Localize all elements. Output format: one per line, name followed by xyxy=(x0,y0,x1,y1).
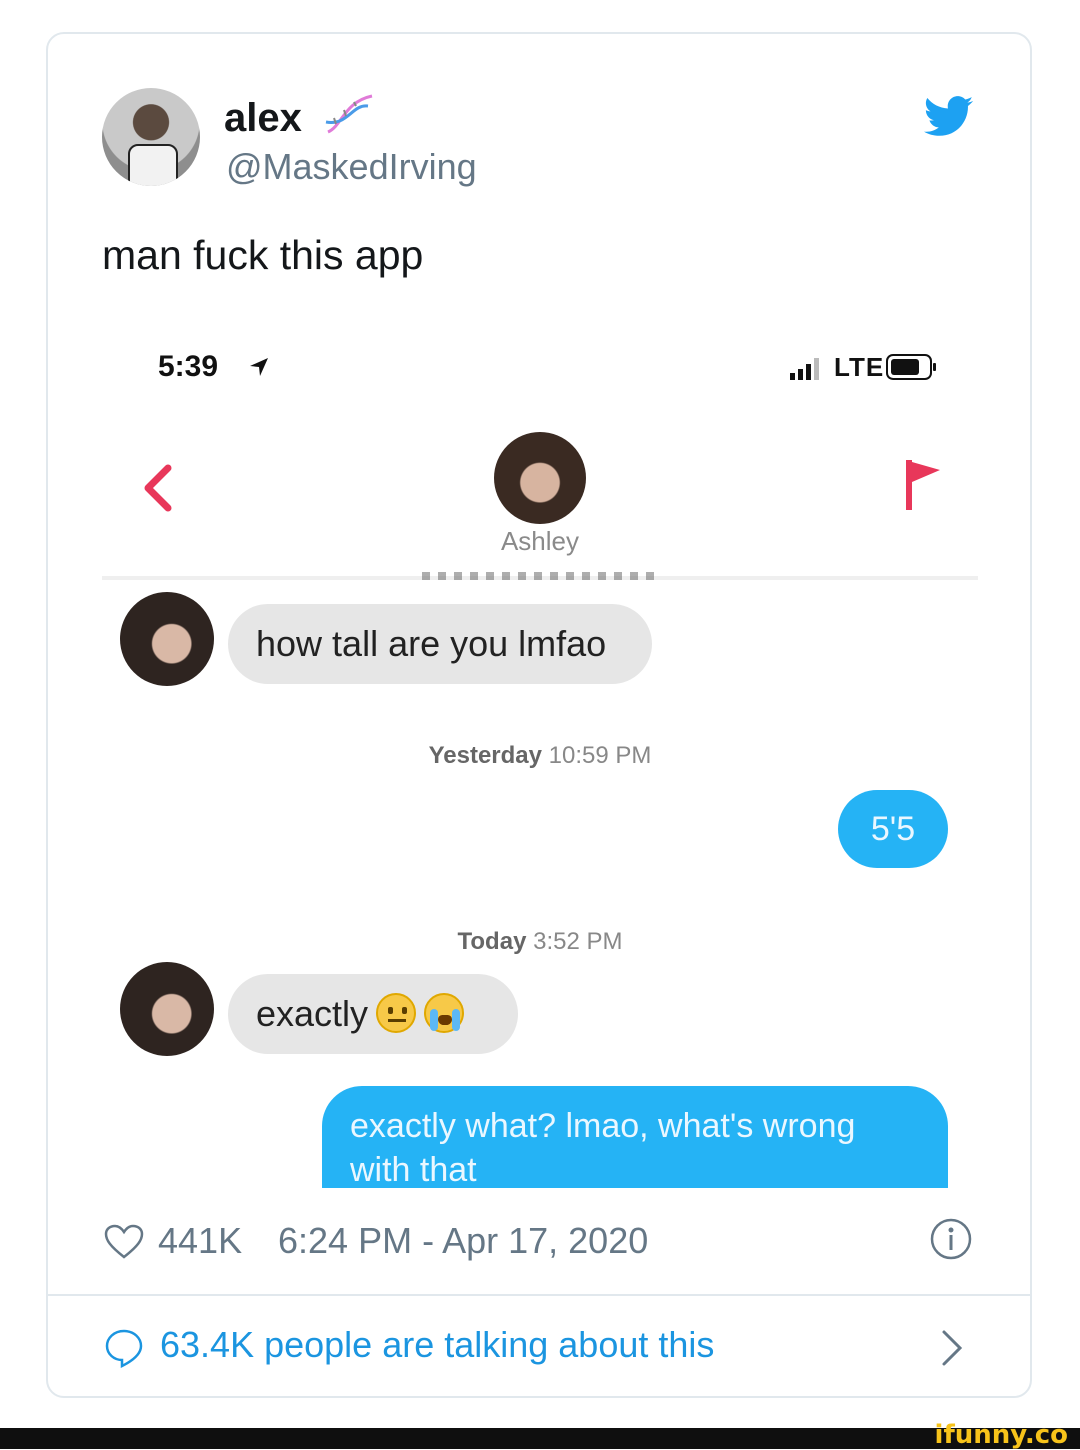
message-outgoing: 5'5 xyxy=(838,790,948,868)
timestamp: Yesterday 10:59 PM xyxy=(428,742,652,769)
chevron-right-icon[interactable] xyxy=(940,1328,966,1368)
neutral-face-emoji-icon xyxy=(376,993,417,1034)
contact-name[interactable]: Ashley xyxy=(102,526,978,557)
battery-icon xyxy=(886,354,936,380)
like-count[interactable]: 441K xyxy=(158,1220,242,1262)
user-handle[interactable]: @MaskedIrving xyxy=(226,146,477,188)
avatar xyxy=(120,592,214,686)
message-incoming: how tall are you lmfao xyxy=(228,604,652,684)
status-time: 5:39 xyxy=(158,350,219,383)
location-arrow-icon xyxy=(250,358,268,376)
hidden-timestamp xyxy=(422,572,662,580)
signal-icon xyxy=(790,358,819,380)
tweet-datetime[interactable]: 6:24 PM - Apr 17, 2020 xyxy=(278,1220,648,1262)
profile-avatar[interactable] xyxy=(102,88,200,186)
divider xyxy=(48,1294,1030,1296)
avatar xyxy=(120,962,214,1056)
crying-face-emoji-icon xyxy=(424,993,465,1034)
report-flag-icon[interactable] xyxy=(902,456,946,512)
contact-avatar[interactable] xyxy=(494,432,586,524)
dna-icon xyxy=(325,94,373,134)
embedded-chat-screenshot: 5:39 LTE Ashley how tall are you lmfao Y… xyxy=(102,336,978,1188)
watermark: ifunny.co xyxy=(934,1420,1068,1450)
network-label: LTE xyxy=(834,352,885,382)
conversation-link[interactable]: 63.4K people are talking about this xyxy=(160,1324,714,1366)
display-name[interactable]: alex xyxy=(224,96,302,141)
back-chevron-icon[interactable] xyxy=(138,462,178,514)
heart-icon[interactable] xyxy=(104,1224,144,1260)
message-outgoing: exactly what? lmao, what's wrong with th… xyxy=(322,1086,948,1188)
message-incoming: exactly xyxy=(228,974,518,1054)
watermark-bar xyxy=(0,1428,1080,1449)
info-icon[interactable] xyxy=(930,1218,972,1260)
timestamp: Today 3:52 PM xyxy=(457,928,623,955)
speech-bubble-icon[interactable] xyxy=(104,1328,144,1368)
twitter-bird-icon[interactable] xyxy=(924,96,974,138)
tweet-text: man fuck this app xyxy=(102,232,424,278)
